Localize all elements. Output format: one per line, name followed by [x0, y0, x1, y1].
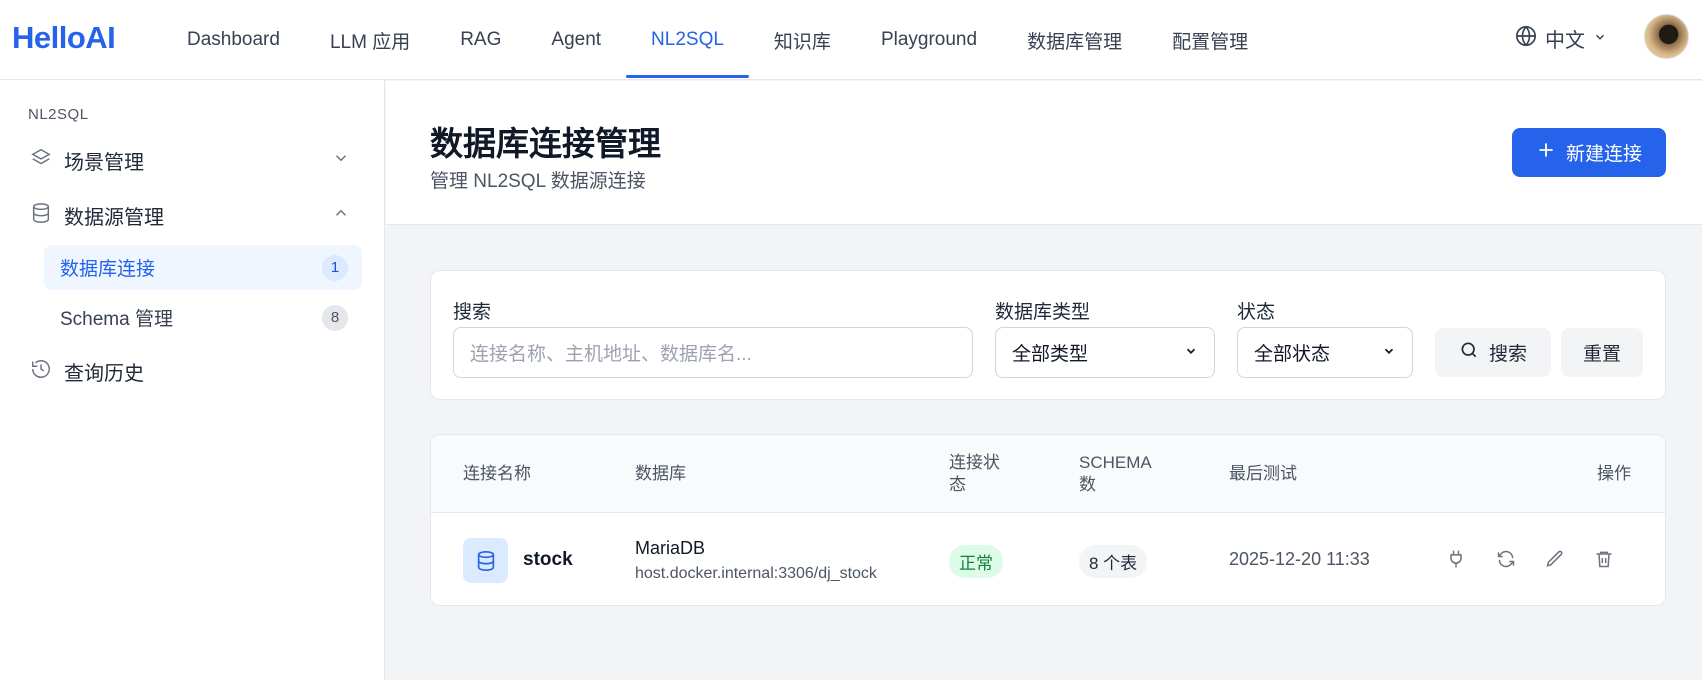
column-header-name: 连接名称 — [463, 464, 531, 483]
sidebar-item-schema-management[interactable]: Schema 管理 8 — [44, 295, 362, 340]
plug-icon — [1446, 549, 1466, 574]
nav-llm-app[interactable]: LLM 应用 — [305, 0, 435, 80]
db-type-label: 数据库类型 — [995, 302, 1091, 323]
reset-button-label: 重置 — [1582, 344, 1621, 365]
nav-rag[interactable]: RAG — [435, 0, 526, 80]
nav-knowledge-base[interactable]: 知识库 — [749, 0, 856, 80]
nav-agent[interactable]: Agent — [526, 0, 626, 80]
nav-dashboard[interactable]: Dashboard — [162, 0, 305, 80]
language-switcher[interactable]: 中文 — [1515, 24, 1607, 53]
trash-icon — [1594, 549, 1614, 574]
search-button-label: 搜索 — [1488, 344, 1527, 365]
column-header-database: 数据库 — [635, 464, 686, 483]
new-connection-label: 新建连接 — [1565, 144, 1642, 165]
layers-icon — [30, 147, 52, 175]
plus-icon — [1536, 140, 1556, 166]
page-subtitle: 管理 NL2SQL 数据源连接 — [430, 171, 646, 192]
column-header-last-test: 最后测试 — [1229, 464, 1297, 483]
top-navbar: HelloAI Dashboard LLM 应用 RAG Agent NL2SQ… — [0, 0, 1702, 80]
sidebar-section-title: NL2SQL — [28, 106, 89, 123]
search-input[interactable]: 连接名称、主机地址、数据库名... — [453, 327, 973, 378]
chevron-down-icon — [1593, 27, 1607, 50]
history-icon — [30, 358, 52, 386]
sidebar-group-scene-management[interactable]: 场景管理 — [30, 146, 350, 175]
status-badge: 正常 — [949, 545, 1003, 578]
search-button[interactable]: 搜索 — [1435, 328, 1551, 377]
sidebar-group-datasource-management[interactable]: 数据源管理 — [30, 201, 350, 230]
column-header-actions: 操作 — [1597, 464, 1631, 483]
search-label: 搜索 — [453, 302, 492, 323]
refresh-icon — [1496, 549, 1516, 574]
chevron-down-icon — [332, 149, 350, 173]
database-icon — [30, 202, 52, 230]
new-connection-button[interactable]: 新建连接 — [1512, 128, 1666, 177]
table-header: 连接名称 数据库 连接状 态 SCHEMA 数 最后测试 操作 — [431, 435, 1665, 513]
app-logo[interactable]: HelloAI — [12, 20, 116, 56]
test-connection-button[interactable] — [1443, 548, 1469, 574]
nav-config-management[interactable]: 配置管理 — [1147, 0, 1273, 80]
reset-button[interactable]: 重置 — [1561, 328, 1643, 377]
pencil-icon — [1545, 549, 1565, 574]
db-host: host.docker.internal:3306/dj_stock — [635, 565, 877, 582]
refresh-button[interactable] — [1493, 548, 1519, 574]
globe-icon — [1515, 25, 1537, 53]
language-label: 中文 — [1545, 30, 1585, 52]
status-value: 全部状态 — [1254, 344, 1331, 365]
column-header-status-line2: 态 — [949, 475, 966, 494]
connection-name[interactable]: stock — [523, 549, 573, 571]
search-icon — [1459, 340, 1479, 366]
db-type-select[interactable]: 全部类型 — [995, 327, 1215, 378]
sidebar-group-label: 数据源管理 — [64, 207, 164, 229]
main-nav: Dashboard LLM 应用 RAG Agent NL2SQL 知识库 Pl… — [162, 0, 1273, 80]
chevron-up-icon — [332, 204, 350, 228]
sidebar-group-label: 场景管理 — [64, 152, 144, 174]
search-placeholder: 连接名称、主机地址、数据库名... — [470, 344, 752, 365]
schema-count-badge: 8 个表 — [1079, 545, 1148, 578]
db-type: MariaDB — [635, 538, 706, 558]
page-title: 数据库连接管理 — [430, 125, 661, 162]
sidebar-item-label: 数据库连接 — [60, 259, 156, 280]
sidebar-group-label: 查询历史 — [64, 363, 144, 385]
delete-button[interactable] — [1591, 548, 1617, 574]
status-select[interactable]: 全部状态 — [1237, 327, 1413, 378]
chevron-down-icon — [1382, 342, 1396, 364]
last-test-time: 2025-12-20 11:33 — [1229, 549, 1370, 569]
sidebar-item-label: Schema 管理 — [60, 309, 173, 330]
nav-database-management[interactable]: 数据库管理 — [1002, 0, 1147, 80]
chevron-down-icon — [1184, 342, 1198, 364]
column-header-schema: SCHEMA 数 — [1079, 452, 1152, 496]
connections-table: 连接名称 数据库 连接状 态 SCHEMA 数 最后测试 操作 stock Ma… — [430, 434, 1666, 606]
count-badge: 8 — [322, 304, 348, 331]
page-header: 数据库连接管理 管理 NL2SQL 数据源连接 新建连接 — [386, 81, 1702, 225]
db-type-value: 全部类型 — [1012, 344, 1089, 365]
sidebar-item-database-connections[interactable]: 数据库连接 1 — [44, 245, 362, 290]
column-header-status-line1: 连接状 — [949, 453, 1000, 472]
sidebar: NL2SQL 场景管理 数据源管理 数据库连接 1 Schema 管理 8 查询… — [0, 80, 385, 680]
column-header-schema-line2: 数 — [1079, 475, 1096, 494]
database-icon — [463, 538, 508, 583]
status-label: 状态 — [1237, 302, 1276, 323]
edit-button[interactable] — [1542, 548, 1568, 574]
count-badge: 1 — [322, 254, 348, 281]
filter-panel: 搜索 连接名称、主机地址、数据库名... 数据库类型 全部类型 状态 全部状态 … — [430, 270, 1666, 400]
nav-playground[interactable]: Playground — [856, 0, 1002, 80]
column-header-status: 连接状 态 — [949, 452, 1000, 496]
column-header-schema-line1: SCHEMA — [1079, 453, 1152, 472]
sidebar-group-query-history[interactable]: 查询历史 — [30, 357, 350, 386]
nav-nl2sql[interactable]: NL2SQL — [626, 0, 749, 80]
user-avatar[interactable] — [1644, 14, 1689, 59]
